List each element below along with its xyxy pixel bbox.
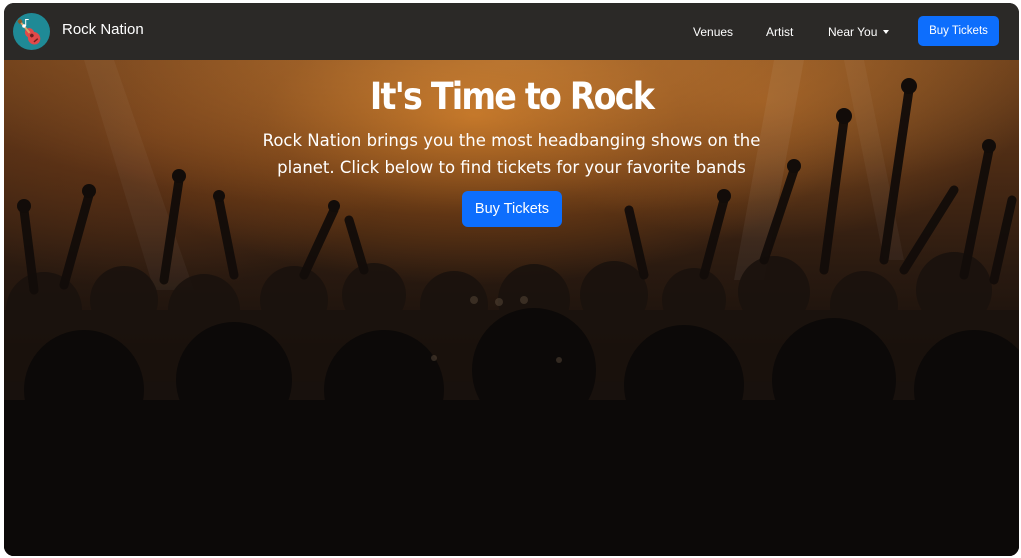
hero-section: It's Time to Rock Rock Nation brings you… [4, 60, 1019, 556]
nav-buy-tickets-button[interactable]: Buy Tickets [918, 16, 999, 46]
nav-dropdown-label: Near You [828, 25, 878, 39]
nav-dropdown-near-you[interactable]: Near You [828, 25, 890, 39]
app-window: Rock Nation Venues Artist Near You Buy T… [4, 3, 1019, 556]
brand-name[interactable]: Rock Nation [62, 21, 144, 38]
hero-content: It's Time to Rock Rock Nation brings you… [4, 60, 1019, 556]
hero-buy-tickets-button[interactable]: Buy Tickets [462, 191, 562, 227]
hero-description: Rock Nation brings you the most headbang… [262, 131, 761, 177]
hero-title: It's Time to Rock [369, 75, 655, 118]
nav-link-artist[interactable]: Artist [766, 25, 793, 39]
caret-down-icon [883, 30, 890, 34]
nav-link-venues[interactable]: Venues [693, 25, 733, 39]
navbar: Rock Nation Venues Artist Near You Buy T… [4, 3, 1019, 60]
guitar-icon[interactable] [13, 13, 50, 50]
